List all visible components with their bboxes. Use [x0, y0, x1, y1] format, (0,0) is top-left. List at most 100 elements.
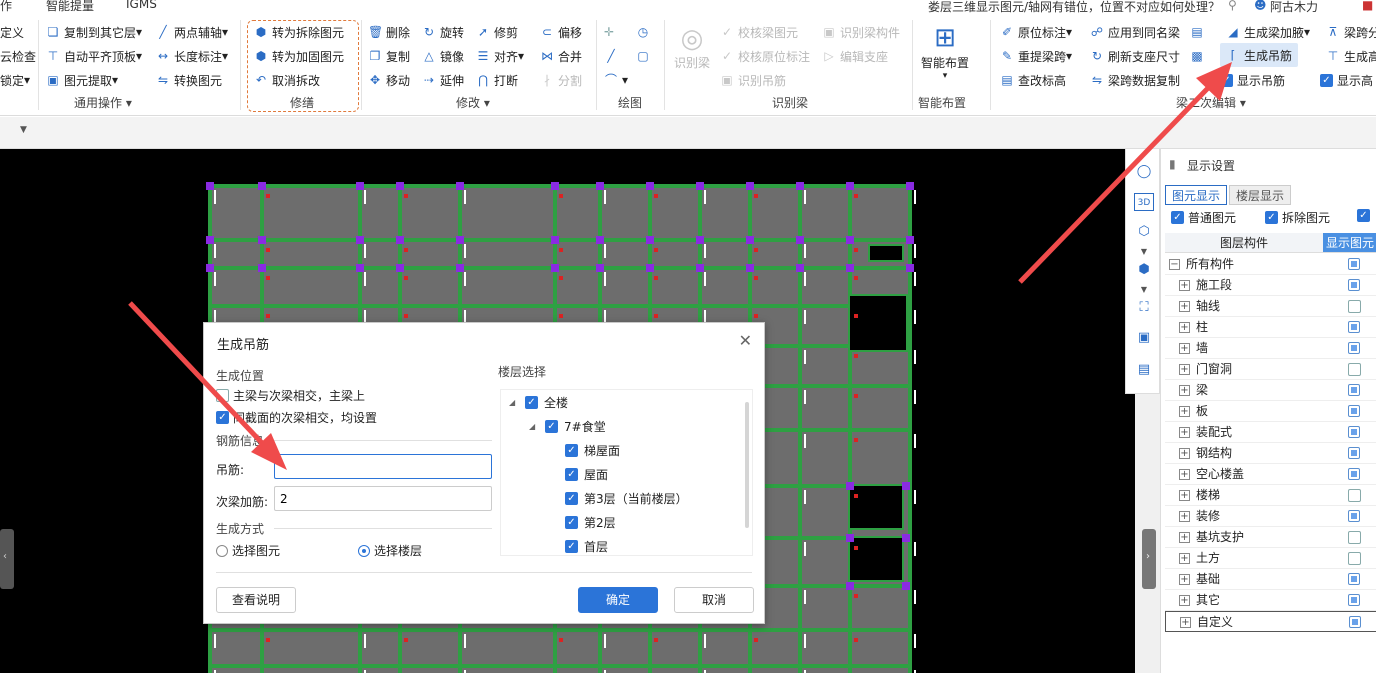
floor-roof-checkbox[interactable]: ✓ 屋面: [565, 466, 608, 483]
left-collapse-handle[interactable]: ‹: [0, 529, 14, 589]
3d-view-icon[interactable]: 3D: [1134, 193, 1154, 211]
notes-icon-button[interactable]: ▤: [1190, 22, 1208, 42]
layer-show-checkbox[interactable]: [1348, 405, 1360, 417]
expand-icon[interactable]: +: [1179, 322, 1190, 333]
menu-item-smart-quantity[interactable]: 智能提量: [46, 0, 94, 14]
layer-row[interactable]: + 轴线: [1165, 296, 1376, 317]
layer-row[interactable]: + 装修: [1165, 506, 1376, 527]
chevron-down-icon[interactable]: ▼: [20, 125, 27, 135]
layer-show-checkbox[interactable]: [1348, 384, 1360, 396]
move-button[interactable]: ✥ 移动: [368, 70, 410, 90]
collapse-icon[interactable]: −: [1169, 259, 1180, 270]
merge-button[interactable]: ⋈ 合并: [540, 46, 582, 66]
layer-show-checkbox[interactable]: [1348, 258, 1360, 270]
layer-row[interactable]: + 板: [1165, 401, 1376, 422]
copy-span-data-button[interactable]: ⇋ 梁跨数据复制: [1090, 70, 1180, 90]
expand-icon[interactable]: +: [1179, 574, 1190, 585]
expand-icon[interactable]: +: [1179, 343, 1190, 354]
layer-show-checkbox[interactable]: [1348, 279, 1360, 291]
chevron-down-icon[interactable]: ▼: [1134, 243, 1154, 261]
expand-icon[interactable]: +: [1179, 385, 1190, 396]
break-button[interactable]: ⋂ 打断: [476, 70, 518, 90]
apply-same-beam-button[interactable]: ☍ 应用到同名梁: [1090, 22, 1180, 42]
layer-row[interactable]: + 基础: [1165, 569, 1376, 590]
expand-icon[interactable]: +: [1179, 301, 1190, 312]
line-draw-icon[interactable]: ╱: [604, 46, 622, 66]
arc-draw-icon[interactable]: ⌒ ▾: [604, 70, 628, 90]
option-main-beam-checkbox[interactable]: 主梁与次梁相交，主梁上: [216, 387, 365, 404]
scrollbar[interactable]: [745, 402, 749, 528]
re-extract-span-button[interactable]: ✎ 重提梁跨 ▾: [1000, 46, 1072, 66]
expand-icon[interactable]: +: [1179, 427, 1190, 438]
layer-show-checkbox[interactable]: [1348, 426, 1360, 438]
rectangle-draw-icon[interactable]: ▢: [636, 46, 654, 66]
extend-button[interactable]: ⇢ 延伸: [422, 70, 464, 90]
layer-row[interactable]: + 空心楼盖: [1165, 464, 1376, 485]
col-header-show[interactable]: 显示图元: [1323, 233, 1376, 253]
floor-3-checkbox[interactable]: ✓ 第3层（当前楼层）: [565, 490, 688, 507]
expand-icon[interactable]: +: [1179, 490, 1190, 501]
generate-hanger-button[interactable]: ⌈ 生成吊筋: [1220, 43, 1299, 67]
mirror-button[interactable]: △ 镜像: [422, 46, 464, 66]
layer-show-checkbox[interactable]: [1348, 342, 1360, 354]
layer-show-checkbox[interactable]: [1348, 573, 1360, 585]
extract-element-button[interactable]: ▣ 图元提取 ▾: [46, 70, 118, 90]
layer-row[interactable]: + 梁: [1165, 380, 1376, 401]
chevron-down-icon[interactable]: ▼: [1134, 281, 1154, 299]
copy-button[interactable]: ❐ 复制: [368, 46, 410, 66]
isolate-icon[interactable]: ▣: [1134, 329, 1154, 347]
two-point-axis-button[interactable]: ╱ 两点辅轴 ▾: [156, 22, 228, 42]
expand-icon[interactable]: +: [1179, 448, 1190, 459]
convert-to-reinforce-button[interactable]: ⬢ 转为加固图元: [254, 46, 344, 66]
tab-element-display[interactable]: 图元显示: [1165, 185, 1228, 205]
layer-show-checkbox[interactable]: [1348, 531, 1361, 544]
floor-stair-roof-checkbox[interactable]: ✓ 梯屋面: [565, 442, 620, 459]
right-collapse-handle[interactable]: ›: [1142, 529, 1156, 589]
layer-row[interactable]: + 基坑支护: [1165, 527, 1376, 548]
tool-icon-button[interactable]: ▩: [1190, 46, 1208, 66]
notification-icon[interactable]: ■: [1362, 0, 1373, 12]
layer-row[interactable]: + 自定义: [1165, 611, 1376, 632]
point-draw-icon[interactable]: ✛: [604, 22, 614, 42]
option-same-section-checkbox[interactable]: ✓ 同截面的次梁相交，均设置: [216, 409, 377, 426]
layer-show-checkbox[interactable]: [1348, 363, 1361, 376]
show-height-checkbox[interactable]: ✓ 显示高: [1320, 70, 1373, 90]
floor-building-checkbox[interactable]: ◢ ✓ 7#食堂: [529, 418, 606, 435]
help-button[interactable]: 查看说明: [216, 587, 296, 613]
cancel-button[interactable]: 取消: [674, 587, 754, 613]
zoom-extent-icon[interactable]: ⛶: [1134, 299, 1154, 317]
original-annotation-button[interactable]: ✐ 原位标注 ▾: [1000, 22, 1072, 42]
floor-1-checkbox[interactable]: ✓ 首层: [565, 538, 608, 555]
expand-icon[interactable]: +: [1179, 364, 1190, 375]
generate-height-button[interactable]: ⊤ 生成高: [1326, 46, 1376, 66]
layer-row[interactable]: + 施工段: [1165, 275, 1376, 296]
auto-align-slab-button[interactable]: ⊤ 自动平齐顶板 ▾: [46, 46, 142, 66]
layer-show-checkbox[interactable]: [1348, 489, 1361, 502]
layer-show-checkbox[interactable]: [1348, 300, 1361, 313]
check-elevation-button[interactable]: ▤ 查改标高: [1000, 70, 1066, 90]
expand-icon[interactable]: +: [1179, 280, 1190, 291]
convert-to-demolish-button[interactable]: ⬢ 转为拆除图元: [254, 22, 344, 42]
expand-icon[interactable]: +: [1179, 532, 1190, 543]
menu-item-collab[interactable]: 作: [0, 0, 12, 14]
offset-button[interactable]: ⊂ 偏移: [540, 22, 582, 42]
user-name[interactable]: 阿古木力: [1270, 0, 1318, 15]
cancel-renovation-button[interactable]: ↶ 取消拆改: [254, 70, 320, 90]
trim-button[interactable]: ➚ 修剪: [476, 22, 518, 42]
layer-row[interactable]: + 钢结构: [1165, 443, 1376, 464]
extra-rebar-input[interactable]: [274, 486, 492, 511]
expand-icon[interactable]: +: [1179, 595, 1190, 606]
cube-view-icon[interactable]: ⬡: [1134, 223, 1154, 241]
demolish-element-checkbox[interactable]: ✓ 拆除图元: [1265, 209, 1330, 226]
close-icon[interactable]: ✕: [739, 331, 752, 350]
layer-show-checkbox[interactable]: [1348, 447, 1360, 459]
radio-select-floor[interactable]: 选择楼层: [358, 542, 422, 559]
menu-item-igms[interactable]: IGMS: [126, 0, 157, 11]
layer-row[interactable]: − 所有构件: [1165, 254, 1376, 275]
search-icon[interactable]: ⚲: [1228, 0, 1237, 12]
layer-row[interactable]: + 柱: [1165, 317, 1376, 338]
layer-show-checkbox[interactable]: [1348, 468, 1360, 480]
cube-solid-icon[interactable]: ⬢: [1134, 261, 1154, 279]
expand-icon[interactable]: +: [1179, 406, 1190, 417]
length-dimension-button[interactable]: ↔ 长度标注 ▾: [156, 46, 228, 66]
